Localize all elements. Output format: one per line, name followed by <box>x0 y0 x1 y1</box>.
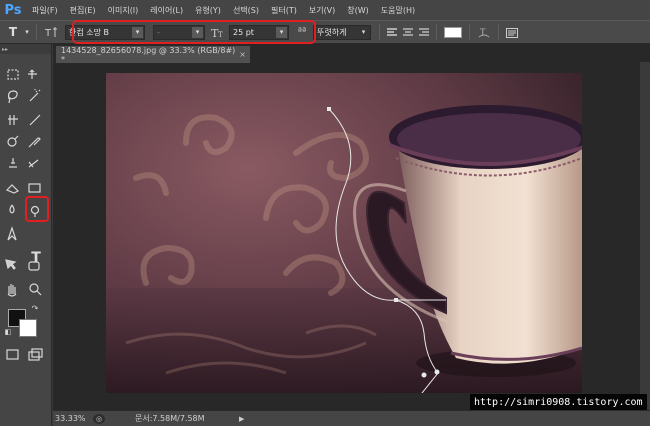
menu-window[interactable]: 창(W) <box>341 0 375 20</box>
status-menu-arrow-icon[interactable]: ▶ <box>239 415 244 423</box>
font-options-highlight <box>72 20 316 44</box>
align-left-icon[interactable] <box>384 23 400 41</box>
text-orientation-icon[interactable]: T <box>41 23 61 41</box>
background-color-swatch[interactable] <box>19 319 37 337</box>
warp-text-icon[interactable]: T <box>474 23 494 41</box>
type-tool-highlight <box>25 196 49 222</box>
document-tab-title: 1434528_82656078.jpg @ 33.3% (RGB/8#) * <box>61 45 236 64</box>
status-share-icon[interactable]: ◎ <box>93 413 105 424</box>
separator <box>436 24 437 40</box>
text-color-swatch[interactable] <box>441 23 465 41</box>
menu-filter[interactable]: 필터(T) <box>265 0 303 20</box>
menu-layer[interactable]: 레이어(L) <box>144 0 189 20</box>
menu-image[interactable]: 이미지(I) <box>102 0 145 20</box>
separator <box>469 24 470 40</box>
antialias-value: 뚜렷하게 <box>317 27 347 37</box>
tools-panel: ▸▸ T ◧ ↷ <box>0 44 52 426</box>
menu-view[interactable]: 보기(V) <box>303 0 341 20</box>
svg-text:T: T <box>44 28 52 38</box>
zoom-level[interactable]: 33.33% <box>55 414 89 423</box>
separator <box>379 24 380 40</box>
watermark-url: http://simri0908.tistory.com <box>470 394 647 410</box>
swap-colors-icon[interactable]: ↷ <box>30 303 40 313</box>
chevron-down-icon: ▾ <box>361 28 366 36</box>
menu-select[interactable]: 선택(S) <box>227 0 265 20</box>
align-right-icon[interactable] <box>416 23 432 41</box>
separator <box>498 24 499 40</box>
menu-type[interactable]: 유형(Y) <box>189 0 227 20</box>
type-tool-icon[interactable]: T <box>28 250 44 266</box>
character-panel-icon[interactable] <box>503 23 521 41</box>
document-tab[interactable]: 1434528_82656078.jpg @ 33.3% (RGB/8#) * … <box>55 45 251 64</box>
menu-edit[interactable]: 편집(E) <box>64 0 102 20</box>
menu-file[interactable]: 파일(F) <box>26 0 64 20</box>
menu-bar: Ps 파일(F) 편집(E) 이미지(I) 레이어(L) 유형(Y) 선택(S)… <box>0 0 650 20</box>
align-center-icon[interactable] <box>400 23 416 41</box>
image-canvas[interactable] <box>106 73 582 393</box>
vertical-scrollbar[interactable] <box>640 62 650 410</box>
panel-grip[interactable]: ▸▸ <box>0 44 51 54</box>
document-size: 문서:7.58M/7.58M <box>135 414 205 423</box>
preset-dropdown-icon[interactable]: ▾ <box>22 23 32 41</box>
photo-coffee-cup <box>106 73 582 393</box>
default-colors-icon[interactable]: ◧ <box>4 328 12 336</box>
close-icon[interactable]: × <box>239 50 246 59</box>
separator <box>36 24 37 40</box>
antialias-select[interactable]: 뚜렷하게 ▾ <box>313 24 371 40</box>
status-bar: 33.33% ◎ 문서:7.58M/7.58M ▶ <box>53 410 650 426</box>
menu-help[interactable]: 도움말(H) <box>375 0 421 20</box>
type-tool-preset-icon[interactable]: T <box>4 23 22 41</box>
photoshop-logo: Ps <box>4 2 22 18</box>
